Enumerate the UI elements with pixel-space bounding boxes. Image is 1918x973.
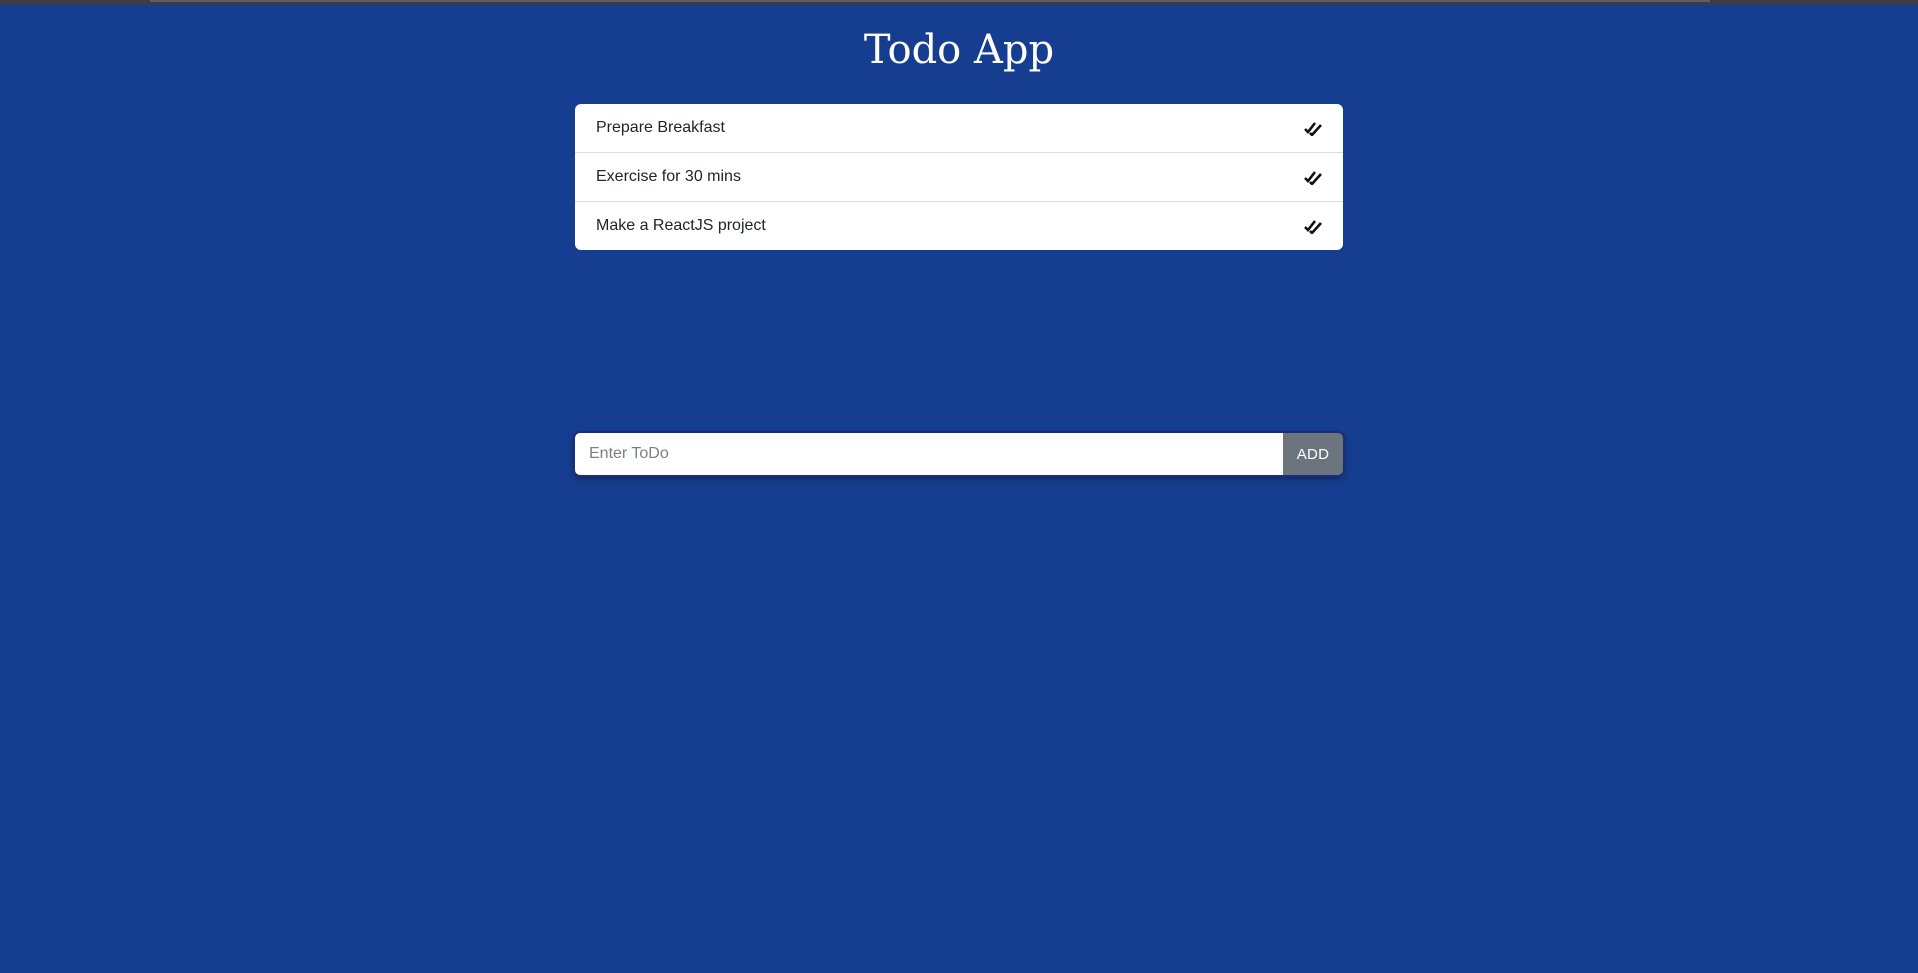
todo-item-text: Exercise for 30 mins xyxy=(596,168,741,185)
browser-scroll-track xyxy=(150,0,1710,2)
todo-item-text: Make a ReactJS project xyxy=(596,217,766,234)
todo-list: Prepare Breakfast Exercise for 30 mins M… xyxy=(575,104,1343,250)
add-todo-form: ADD xyxy=(575,433,1343,475)
add-button[interactable]: ADD xyxy=(1283,433,1343,475)
double-check-icon[interactable] xyxy=(1303,167,1323,187)
browser-top-bar xyxy=(0,0,1918,5)
todo-item: Exercise for 30 mins xyxy=(575,153,1343,202)
double-check-icon[interactable] xyxy=(1303,118,1323,138)
todo-item: Make a ReactJS project xyxy=(575,202,1343,250)
todo-input[interactable] xyxy=(575,433,1283,475)
double-check-icon[interactable] xyxy=(1303,216,1323,236)
todo-item: Prepare Breakfast xyxy=(575,104,1343,153)
page-title: Todo App xyxy=(863,27,1055,73)
todo-item-text: Prepare Breakfast xyxy=(596,119,725,136)
